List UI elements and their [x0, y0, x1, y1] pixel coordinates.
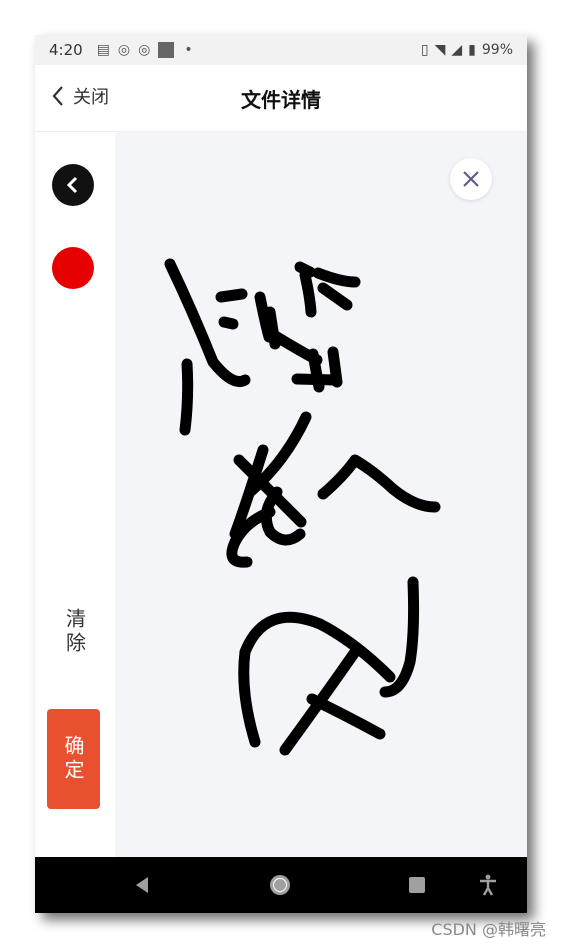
weibo-icon: ◎: [138, 42, 151, 58]
recents-square-icon[interactable]: [400, 857, 434, 913]
home-circle-icon[interactable]: [263, 857, 297, 913]
back-triangle-icon[interactable]: [125, 857, 159, 913]
app-square-icon: [158, 42, 175, 58]
signature-canvas[interactable]: [115, 132, 527, 857]
chevron-left-icon: [66, 176, 78, 194]
page-title: 文件详情: [241, 88, 321, 112]
watermark-text: CSDN @韩曙亮: [431, 920, 546, 939]
close-canvas-button[interactable]: [450, 158, 492, 200]
weibo-icon: ◎: [117, 42, 131, 58]
signature-strokes: [164, 258, 441, 756]
phone-screen: 4:20 ▤ ◎ ◎ • ▯ ◥ ◢ ▮ 99% 关闭 文件详情 清除 确定: [35, 35, 527, 913]
clear-button[interactable]: 清除: [35, 604, 115, 660]
vibrate-icon: ▯: [420, 42, 429, 58]
status-time: 4:20: [49, 41, 83, 59]
accessibility-icon[interactable]: [471, 857, 505, 913]
brush-color-button[interactable]: [52, 247, 94, 289]
tool-sidebar: 清除 确定: [35, 132, 115, 857]
confirm-button[interactable]: 确定: [47, 709, 100, 809]
status-bar: 4:20 ▤ ◎ ◎ • ▯ ◥ ◢ ▮ 99%: [35, 35, 527, 65]
title-bar: 关闭 文件详情: [35, 65, 527, 132]
battery-icon: ▮: [468, 42, 476, 58]
signal-icon: ◢: [451, 42, 463, 58]
close-icon: [463, 171, 479, 187]
dot-icon: •: [184, 42, 193, 58]
android-nav-bar: [35, 857, 527, 913]
message-icon: ▤: [96, 42, 110, 58]
battery-percent: 99%: [481, 42, 513, 58]
undo-button[interactable]: [52, 164, 94, 206]
wifi-icon: ◥: [434, 42, 446, 58]
